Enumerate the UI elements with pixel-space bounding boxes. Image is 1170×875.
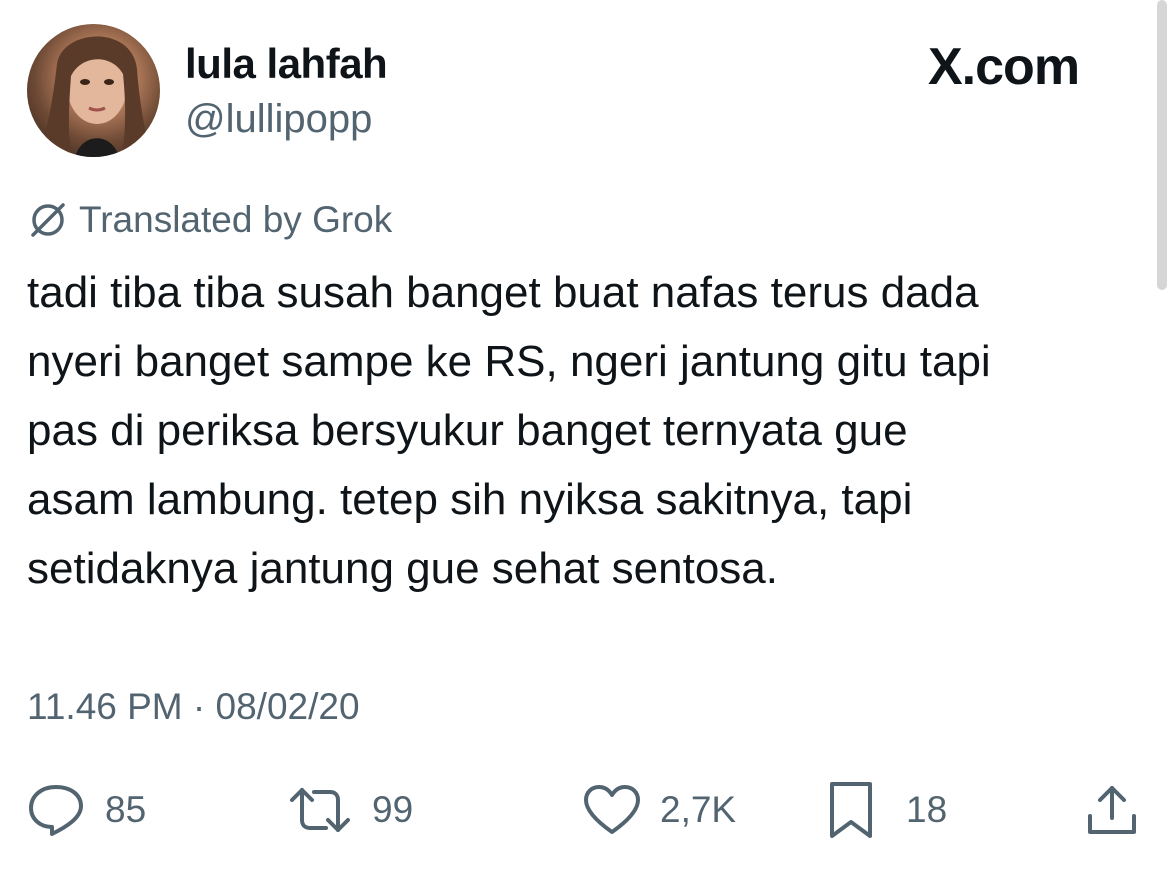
heart-icon [584,785,640,834]
brand-logo: X.com [928,36,1080,98]
bookmark-icon [830,782,872,838]
reply-count: 85 [105,789,147,830]
bookmark-button[interactable]: 18 [826,782,947,838]
brand-label: X.com [928,38,1080,96]
share-button[interactable] [1084,782,1140,838]
reply-button[interactable]: 85 [27,782,146,838]
like-count: 2,7K [660,789,737,830]
tweet-timestamp[interactable]: 11.46 PM · 08/02/20 [27,683,360,731]
tweet-line: tadi tiba tiba susah banget buat nafas t… [27,268,979,317]
tweet-line: pas di periksa bersyukur banget ternyata… [27,406,908,455]
repost-count: 99 [372,789,414,830]
tweet-line: setidaknya jantung gue sehat sentosa. [27,544,778,593]
translation-label: Translated by Grok [79,199,393,240]
bookmark-count: 18 [906,789,948,830]
tweet-text: tadi tiba tiba susah banget buat nafas t… [27,258,1147,603]
tweet-line: asam lambung. tetep sih nyiksa sakitnya,… [27,475,913,524]
like-button[interactable]: 2,7K [582,782,736,838]
share-icon [1088,786,1136,834]
repost-icon [290,788,350,832]
reply-icon [29,785,83,836]
avatar[interactable] [27,24,160,157]
translation-notice[interactable]: Translated by Grok [27,197,392,243]
scrollbar[interactable] [1157,0,1167,290]
avatar-image [37,36,152,157]
author-name[interactable]: lula lahfah [185,38,388,90]
repost-button[interactable]: 99 [286,782,413,838]
tweet-line: nyeri banget sampe ke RS, ngeri jantung … [27,337,991,386]
author-handle[interactable]: @lullipopp [185,94,372,144]
translate-icon [31,203,65,237]
